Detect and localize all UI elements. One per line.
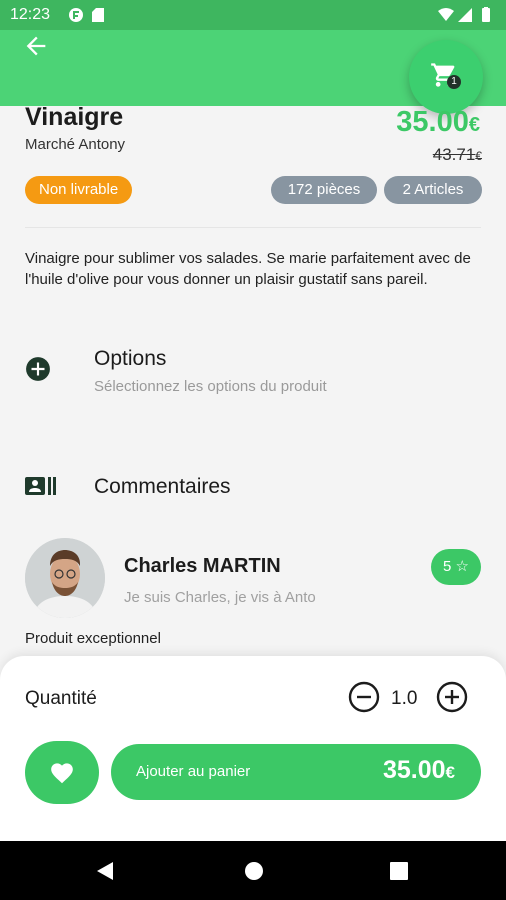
- nav-back-icon[interactable]: [94, 860, 116, 882]
- divider: [25, 227, 481, 228]
- nav-home-icon[interactable]: [243, 860, 265, 882]
- add-price-currency: €: [445, 763, 455, 782]
- comment-text: Produit exceptionnel: [25, 630, 161, 647]
- bottom-sheet: Quantité 1.0 Ajouter au panier 35.00€: [0, 656, 506, 841]
- heart-icon: [51, 763, 73, 784]
- back-arrow-icon[interactable]: [22, 32, 50, 60]
- articles-badge: 2 Articles: [384, 176, 482, 204]
- status-notification-icons: [68, 7, 108, 28]
- product-title: Vinaigre: [25, 103, 124, 131]
- nav-recents-icon[interactable]: [389, 861, 409, 881]
- comments-title: Commentaires: [94, 475, 231, 498]
- old-price-value: 43.71: [432, 145, 476, 164]
- old-price-currency: €: [475, 149, 482, 163]
- status-system-icons: [438, 7, 496, 28]
- comment-author-subtitle: Je suis Charles, je vis à Anto: [124, 589, 316, 606]
- status-time: 12:23: [10, 6, 51, 23]
- add-to-cart-label: Ajouter au panier: [136, 763, 251, 780]
- add-price-value: 35.00: [382, 756, 446, 784]
- avatar: [25, 538, 105, 618]
- product-shop: Marché Antony: [25, 136, 126, 153]
- quantity-label: Quantité: [25, 688, 97, 709]
- comments-icon: [25, 477, 56, 495]
- quantity-value: 1.0: [391, 688, 418, 709]
- cart-button[interactable]: 1: [409, 40, 483, 114]
- rating-value: 5: [443, 558, 452, 575]
- star-icon: ☆: [455, 558, 469, 575]
- comment-author-name: Charles MARTIN: [124, 555, 281, 577]
- wifi-signal-battery-icon: [438, 7, 490, 22]
- plus-circle-icon[interactable]: [436, 681, 468, 713]
- add-to-cart-button[interactable]: Ajouter au panier 35.00€: [111, 744, 481, 800]
- notification-icon: [69, 8, 104, 22]
- status-bar: 12:23: [0, 0, 506, 30]
- add-to-cart-price: 35.00€: [383, 756, 455, 785]
- favorite-button[interactable]: [25, 741, 99, 804]
- cart-count-badge: 1: [447, 75, 461, 89]
- pieces-badge: 172 pièces: [271, 176, 377, 204]
- minus-circle-icon[interactable]: [348, 681, 380, 713]
- rating-badge: 5 ☆: [431, 549, 481, 585]
- system-nav-bar: [0, 841, 506, 900]
- options-title[interactable]: Options: [94, 347, 166, 371]
- price-value: 35.00: [396, 106, 469, 138]
- price-currency: €: [468, 114, 480, 136]
- add-circle-icon[interactable]: [25, 356, 51, 382]
- user-avatar-icon: [25, 538, 105, 618]
- product-price: 35.00€: [396, 106, 480, 139]
- product-description: Vinaigre pour sublimer vos salades. Se m…: [25, 250, 471, 288]
- delivery-badge: Non livrable: [25, 176, 133, 204]
- options-subtitle: Sélectionnez les options du produit: [94, 378, 327, 395]
- product-old-price: 43.71€: [433, 145, 482, 165]
